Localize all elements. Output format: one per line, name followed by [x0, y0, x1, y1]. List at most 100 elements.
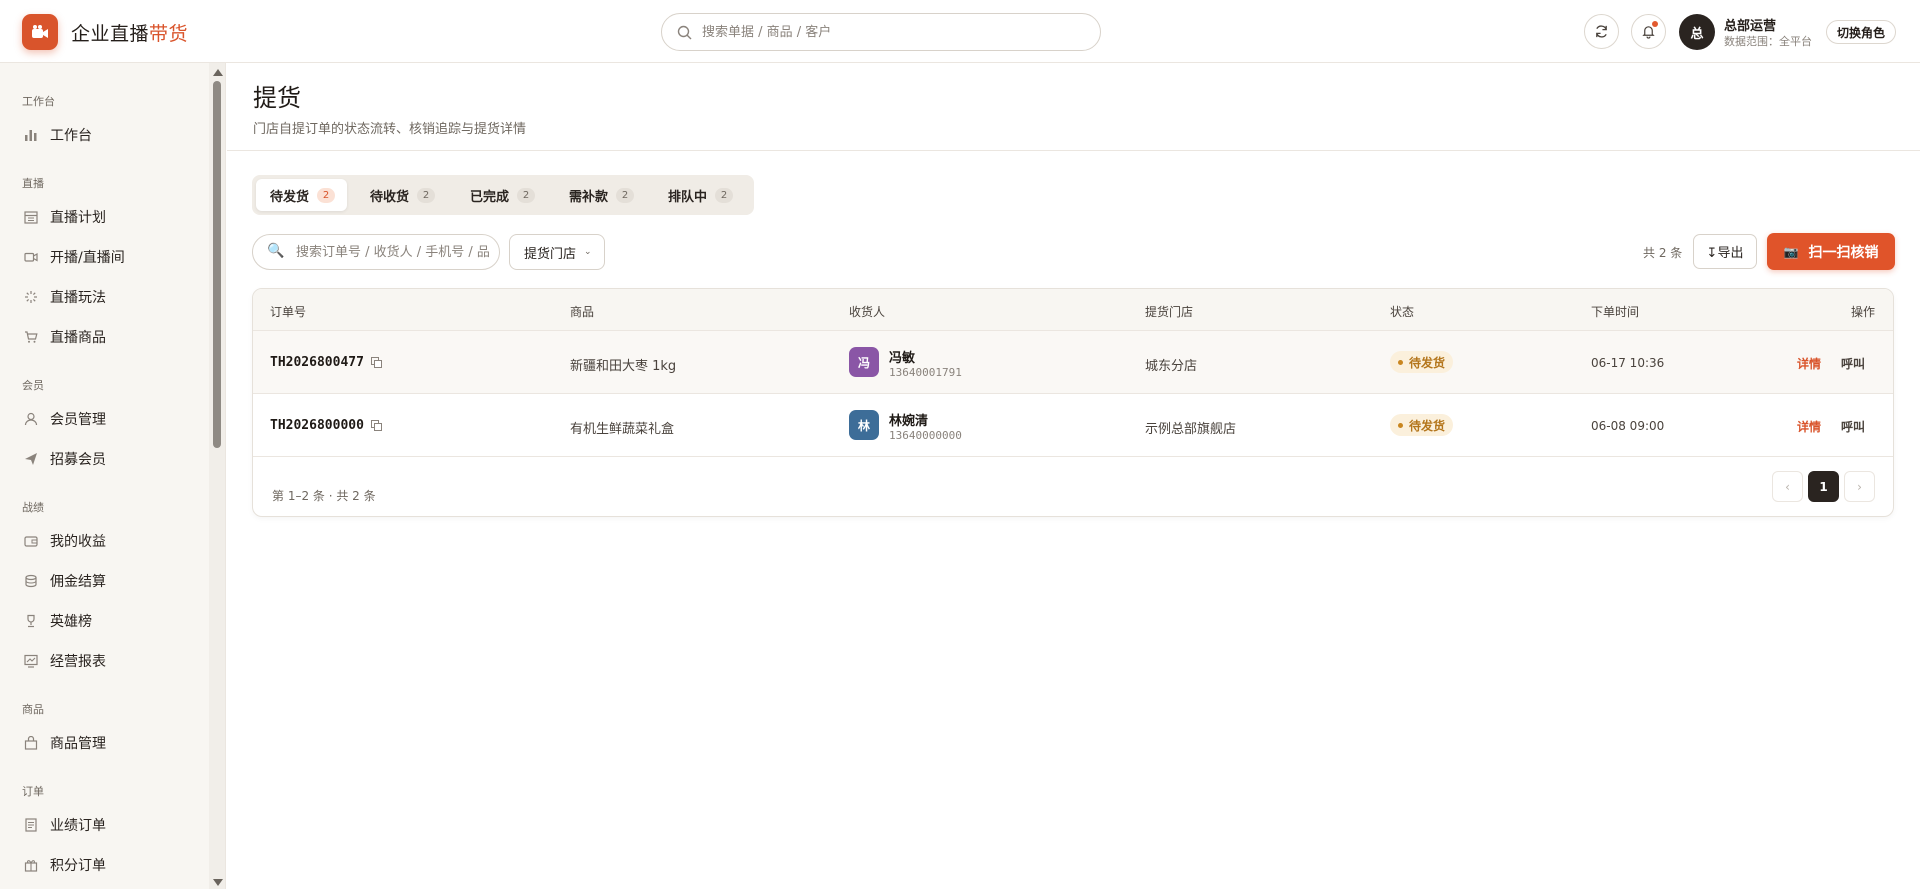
tab-count-badge: 2: [517, 187, 536, 203]
search-icon: 🔍: [267, 243, 285, 259]
column-header: 状态: [1390, 305, 1415, 319]
sidebar-scrollbar[interactable]: [209, 63, 225, 889]
scan-verify-label: 扫一扫核销: [1808, 244, 1879, 261]
sidebar-item-label: 直播玩法: [50, 290, 106, 306]
search-icon: [677, 25, 692, 40]
sidebar-item-label: 会员管理: [50, 412, 106, 428]
report-icon: [23, 653, 39, 669]
order-number: TH2026800477: [270, 355, 364, 370]
sidebar-item-label: 开播/直播间: [50, 250, 125, 266]
sidebar-group-title: 工作台: [22, 95, 55, 108]
scan-verify-button[interactable]: 📷 扫一扫核销: [1767, 233, 1895, 270]
sidebar-item-points-orders[interactable]: 积分订单: [12, 849, 202, 881]
copy-icon[interactable]: [371, 420, 382, 431]
sidebar-item-label: 直播计划: [50, 210, 106, 226]
sidebar-item-live-room[interactable]: 开播/直播间: [12, 241, 202, 273]
refresh-button[interactable]: [1584, 14, 1619, 49]
sidebar-item-commission[interactable]: 佣金结算: [12, 565, 202, 597]
sidebar-item-live-play[interactable]: 直播玩法: [12, 281, 202, 313]
column-header: 提货门店: [1145, 305, 1194, 319]
sparkle-icon: [23, 289, 39, 305]
top-bar: 企业直播带货 总 总部运营 数据范围：全平台 切换角色: [0, 0, 1920, 63]
tab-needs-payment[interactable]: 需补款 2: [555, 179, 646, 211]
status-tabs: 待发货 2 待收货 2 已完成 2 需补款 2 排队中 2: [252, 175, 754, 215]
tab-completed[interactable]: 已完成 2: [456, 179, 547, 211]
copy-icon[interactable]: [371, 357, 382, 368]
tab-label: 已完成: [470, 189, 510, 205]
camera-icon: 📷: [1783, 244, 1799, 259]
switch-role-button[interactable]: 切换角色: [1826, 20, 1897, 44]
tab-pending-receive[interactable]: 待收货 2: [356, 179, 447, 211]
page-button-current[interactable]: 1: [1808, 471, 1839, 502]
export-button[interactable]: ↧导出: [1693, 234, 1757, 269]
bag-icon: [23, 735, 39, 751]
avatar[interactable]: 总: [1679, 14, 1715, 50]
user-icon: [23, 411, 39, 427]
total-count: 共 2 条: [1643, 246, 1683, 260]
global-search-input[interactable]: [702, 14, 1082, 50]
tab-label: 待发货: [270, 189, 310, 205]
detail-link[interactable]: 详情: [1797, 355, 1821, 372]
tab-count-badge: 2: [715, 187, 734, 203]
detail-link[interactable]: 详情: [1797, 418, 1821, 435]
page-subtitle: 门店自提订单的状态流转、核销追踪与提货详情: [253, 122, 527, 137]
pickup-store: 城东分店: [1145, 359, 1198, 374]
tab-pending-ship[interactable]: 待发货 2: [256, 179, 348, 211]
sidebar-group-title: 订单: [22, 785, 44, 798]
pickup-store: 示例总部旗舰店: [1145, 422, 1237, 437]
brand-name: 企业直播带货: [71, 23, 189, 45]
tab-count-badge: 2: [417, 187, 436, 203]
sidebar-item-reports[interactable]: 经营报表: [12, 645, 202, 677]
sidebar-item-recruit[interactable]: 招募会员: [12, 443, 202, 475]
order-search[interactable]: 🔍: [252, 234, 500, 270]
chevron-down-icon: ⌄: [584, 247, 592, 257]
table-row[interactable]: TH2026800477 新疆和田大枣 1kg 冯 冯敏 13640001791…: [253, 331, 1893, 394]
scroll-thumb[interactable]: [213, 81, 221, 448]
sidebar-item-label: 经营报表: [50, 654, 106, 670]
order-search-input[interactable]: [296, 235, 492, 269]
wallet-icon: [23, 533, 39, 549]
table-header: 订单号 商品 收货人 提货门店 状态 下单时间 操作: [253, 289, 1893, 331]
sidebar-item-performance-orders[interactable]: 业绩订单: [12, 809, 202, 841]
store-select[interactable]: 提货门店 ⌄: [509, 234, 605, 270]
user-scope: 数据范围：全平台: [1724, 35, 1812, 48]
order-time: 06-17 10:36: [1591, 356, 1665, 370]
prev-page-button[interactable]: ‹: [1772, 471, 1803, 502]
sidebar: 工作台 工作台 直播 直播计划 开播/直播间 直播玩法 直播商品 会员 会员管理…: [0, 63, 226, 889]
receipt-icon: [23, 817, 39, 833]
sidebar-item-earnings[interactable]: 我的收益: [12, 525, 202, 557]
table-row[interactable]: TH2026800000 有机生鲜蔬菜礼盒 林 林婉清 13640000000 …: [253, 394, 1893, 457]
store-select-label: 提货门店: [524, 246, 577, 262]
bar-chart-icon: [23, 127, 39, 143]
scroll-up-arrow-icon[interactable]: [213, 69, 223, 76]
camera-icon[interactable]: [22, 14, 58, 50]
sidebar-item-label: 我的收益: [50, 534, 106, 550]
sidebar-item-label: 直播商品: [50, 330, 106, 346]
sidebar-item-live-goods[interactable]: 直播商品: [12, 321, 202, 353]
customer-name: 冯敏: [889, 351, 916, 366]
coins-icon: [23, 573, 39, 589]
refresh-icon: [1596, 25, 1607, 38]
sidebar-item-label: 招募会员: [50, 452, 106, 468]
sidebar-item-leaderboard[interactable]: 英雄榜: [12, 605, 202, 637]
calendar-icon: [23, 209, 39, 225]
column-header: 下单时间: [1591, 305, 1640, 319]
sidebar-item-products[interactable]: 商品管理: [12, 727, 202, 759]
sidebar-item-workbench[interactable]: 工作台: [12, 119, 202, 151]
sidebar-item-members[interactable]: 会员管理: [12, 403, 202, 435]
customer-avatar: 冯: [849, 347, 879, 377]
next-page-button[interactable]: ›: [1844, 471, 1875, 502]
notification-button[interactable]: [1631, 14, 1666, 49]
product-name: 新疆和田大枣 1kg: [570, 359, 677, 374]
customer-phone: 13640001791: [889, 366, 962, 379]
global-search[interactable]: [661, 13, 1101, 51]
sidebar-group-title: 战绩: [22, 501, 44, 514]
scroll-down-arrow-icon[interactable]: [213, 879, 223, 886]
call-link[interactable]: 呼叫: [1841, 355, 1865, 372]
tab-queued[interactable]: 排队中 2: [654, 179, 745, 211]
sidebar-item-live-plan[interactable]: 直播计划: [12, 201, 202, 233]
sidebar-item-label: 积分订单: [50, 858, 106, 874]
product-name: 有机生鲜蔬菜礼盒: [570, 422, 675, 437]
column-header: 收货人: [849, 305, 886, 319]
call-link[interactable]: 呼叫: [1841, 418, 1865, 435]
